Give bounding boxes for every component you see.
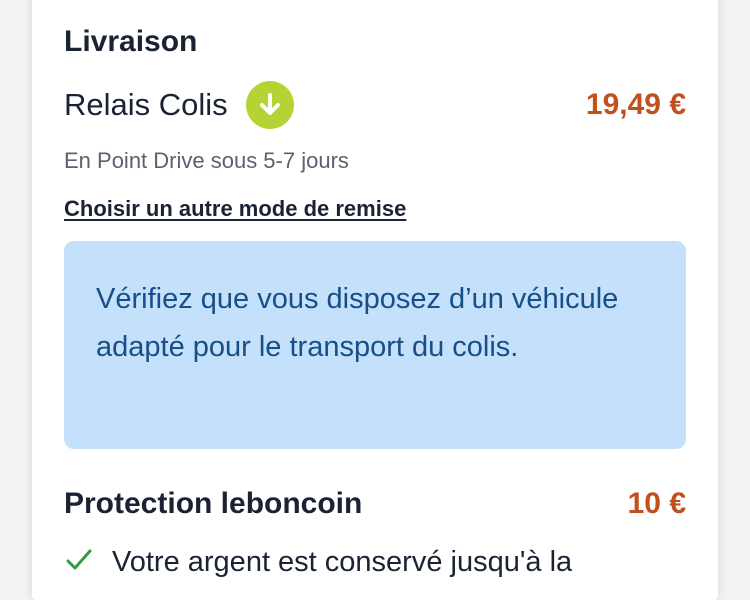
delivery-card: Livraison Relais Colis 19,49 € En Point … <box>32 0 718 600</box>
arrow-down-circle-icon <box>245 81 294 129</box>
protection-price: 10 € <box>627 487 686 520</box>
delivery-title: Livraison <box>64 25 198 58</box>
vehicle-info-text: Vérifiez que vous disposez d’un véhicule… <box>96 283 619 363</box>
carrier-name: Relais Colis <box>64 87 228 122</box>
protection-row: Protection leboncoin 10 € <box>64 480 686 528</box>
protection-title: Protection leboncoin <box>64 487 363 520</box>
protection-item-text: Votre argent est conservé jusqu'à la <box>112 546 573 578</box>
carrier-row: Relais Colis 19,49 € <box>64 80 686 130</box>
change-delivery-mode-link[interactable]: Choisir un autre mode de remise <box>64 196 406 222</box>
carrier-info: Relais Colis <box>64 81 294 129</box>
protection-item: Votre argent est conservé jusqu'à la <box>64 545 572 580</box>
check-icon <box>64 545 94 580</box>
delivery-price: 19,49 € <box>585 88 686 121</box>
delivery-delay: En Point Drive sous 5-7 jours <box>64 148 349 173</box>
arrow-down-glyph <box>259 93 280 115</box>
vehicle-info-box: Vérifiez que vous disposez d’un véhicule… <box>64 241 686 449</box>
